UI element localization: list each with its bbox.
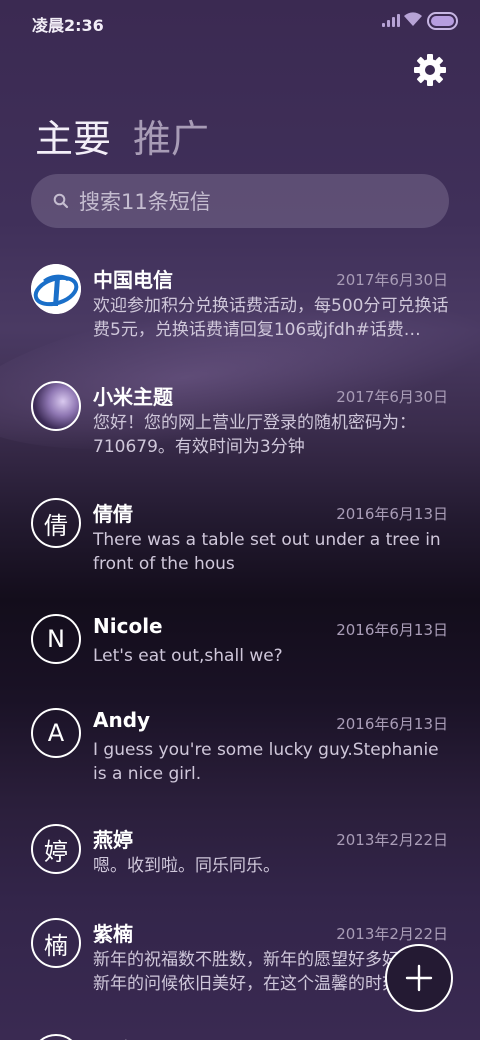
avatar: N [31,614,81,664]
avatar: A [31,708,81,758]
message-preview: 嗯。收到啦。同乐同乐。 [93,856,280,876]
list-item[interactable]: 倩 倩倩 2016年6月13日 There was a table set ou… [0,484,480,594]
contact-name: 燕婷 [93,828,133,852]
avatar: 倩 [31,498,81,548]
message-preview: 欢迎参加积分兑换话费活动，每500分可兑换话费5元，兑换话费请回复106或jfd… [93,296,449,340]
message-preview: 您好！您的网上营业厅登录的随机密码为：710679。有效时间为3分钟 [93,413,416,457]
signal-icon [382,14,400,27]
tab-primary[interactable]: 主要 [35,108,111,161]
list-item[interactable]: 玲 子玲 [0,1020,480,1040]
tab-promo[interactable]: 推广 [133,108,209,161]
theme-avatar-icon [31,381,81,431]
battery-icon [427,12,458,30]
message-date: 2013年2月22日 [336,925,448,943]
tab-bar: 主要 推广 [35,108,209,161]
compose-button[interactable] [385,944,453,1012]
contact-name: Nicole [93,614,163,638]
message-preview: There was a table set out under a tree i… [93,530,441,574]
message-date: 2016年6月13日 [336,715,448,733]
status-bar: 凌晨2:36 [0,0,480,44]
message-date: 2013年2月22日 [336,831,448,849]
contact-name: 子玲 [93,1034,133,1040]
status-time: 凌晨2:36 [32,16,104,35]
message-preview: Let's eat out,shall we? [93,646,283,666]
contact-name: 紫楠 [93,922,133,946]
plus-icon [405,964,433,992]
list-item[interactable]: 中国电信 2017年6月30日 欢迎参加积分兑换话费活动，每500分可兑换话费5… [0,250,480,360]
contact-name: 中国电信 [93,268,173,292]
avatar: 玲 [31,1034,81,1040]
avatar: 楠 [31,918,81,968]
contact-name: 小米主题 [93,385,173,409]
avatar: 婷 [31,824,81,874]
contact-name: 倩倩 [93,502,133,526]
contact-name: Andy [93,708,151,732]
wifi-icon [404,12,422,26]
message-date: 2017年6月30日 [336,388,448,406]
search-icon [53,193,69,209]
gear-icon[interactable] [412,52,448,88]
message-date: 2016年6月13日 [336,505,448,523]
message-date: 2016年6月13日 [336,621,448,639]
message-date: 2017年6月30日 [336,271,448,289]
telecom-logo-icon [31,264,81,314]
search-placeholder: 搜索11条短信 [79,190,211,214]
list-item[interactable]: 小米主题 2017年6月30日 您好！您的网上营业厅登录的随机密码为：71067… [0,367,480,477]
message-preview: I guess you're some lucky guy.Stephanie … [93,740,439,784]
search-input[interactable]: 搜索11条短信 [31,174,449,228]
list-item[interactable]: A Andy 2016年6月13日 I guess you're some lu… [0,694,480,804]
